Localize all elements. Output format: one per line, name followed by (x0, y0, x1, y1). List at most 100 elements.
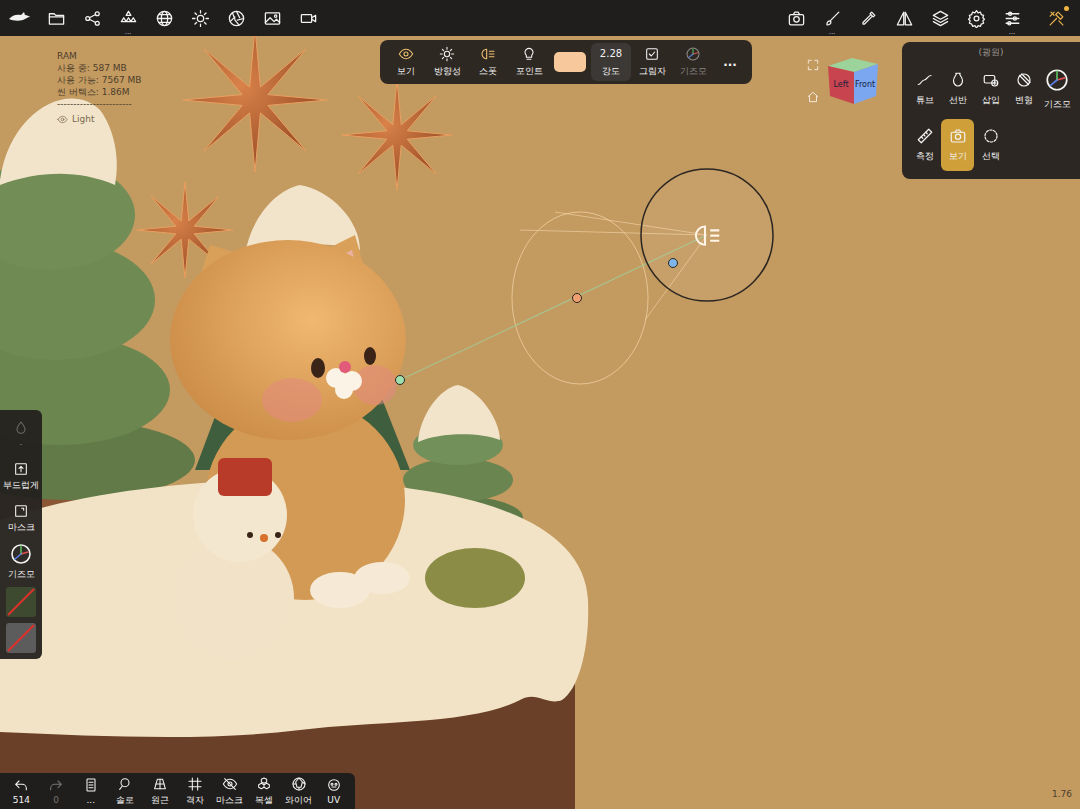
bottom-button[interactable]: 514 (4, 777, 39, 805)
maskbox-icon (13, 503, 29, 519)
more-button[interactable]: ... (714, 43, 746, 81)
video-icon (299, 9, 318, 28)
top-tool[interactable]: ... (814, 0, 850, 36)
bulb-icon (521, 46, 537, 62)
viewport[interactable]: RAM사용 중: 587 MB사용 가능: 7567 MB씬 버텍스: 1.86… (0, 36, 1080, 809)
top-tool[interactable]: ... (110, 0, 146, 36)
stat-line: ----------------------- (57, 98, 141, 110)
tool-button[interactable]: 변형 (1008, 63, 1041, 115)
home-icon[interactable] (806, 90, 820, 104)
redo-icon (48, 777, 64, 793)
top-tool[interactable] (922, 0, 958, 36)
light-button[interactable]: 기즈모 (673, 43, 713, 81)
bottom-button[interactable]: 격자 (178, 776, 213, 807)
top-left-tools: ... (2, 0, 326, 36)
top-tool[interactable] (38, 0, 74, 36)
tool-button[interactable]: 튜브 (908, 63, 941, 115)
light-button[interactable]: 방향성 (427, 43, 467, 81)
spot-icon (480, 46, 496, 62)
bottom-button[interactable]: 0 (39, 777, 74, 805)
top-tool[interactable] (778, 0, 814, 36)
top-tool[interactable] (146, 0, 182, 36)
bottom-button[interactable]: 솔로 (108, 776, 143, 807)
bottom-button[interactable]: ... (73, 777, 108, 805)
graph-icon (83, 9, 102, 28)
sun-icon (191, 9, 210, 28)
checkbox-icon (644, 46, 660, 62)
tool-button[interactable]: 기즈모 (1041, 63, 1074, 115)
top-tool[interactable] (958, 0, 994, 36)
sliders-icon (1003, 9, 1022, 28)
folder-icon (47, 9, 66, 28)
gizmo-icon (9, 542, 33, 566)
view-cube[interactable]: LeftFront (826, 56, 880, 106)
layers-icon (931, 9, 950, 28)
bottom-button[interactable]: 복셀 (247, 776, 282, 807)
radius-handle[interactable] (669, 259, 678, 268)
top-tool[interactable] (182, 0, 218, 36)
voxel-icon (256, 776, 272, 792)
eye-icon[interactable] (57, 114, 68, 125)
bottom-button[interactable]: 마스크 (212, 776, 247, 807)
light-color[interactable] (550, 43, 590, 81)
top-tool[interactable]: ... (994, 0, 1030, 36)
side-button[interactable]: 부드럽게 (3, 458, 39, 494)
intensity-field[interactable]: 2.28강도 (591, 43, 631, 81)
tools-icon (1047, 9, 1066, 28)
top-tool[interactable] (1038, 0, 1074, 36)
tool-button[interactable]: 선택 (974, 119, 1007, 171)
material-swatch[interactable] (6, 587, 36, 617)
top-tool[interactable] (2, 0, 38, 36)
bottom-button[interactable]: 와이어 (282, 776, 317, 807)
light-button[interactable]: 포인트 (509, 43, 549, 81)
tool-panel: (광원)튜브선반삽입변형기즈모측정보기선택 (902, 42, 1080, 179)
tool-button[interactable]: 측정 (908, 119, 941, 171)
light-handle[interactable] (641, 169, 773, 301)
stat-line: RAM (57, 50, 141, 62)
selected-object[interactable]: Light (57, 113, 141, 125)
gear-icon (967, 9, 986, 28)
fullscreen-icon[interactable] (806, 58, 820, 72)
light-button[interactable]: 보기 (386, 43, 426, 81)
top-tool[interactable] (218, 0, 254, 36)
select-icon (982, 127, 1000, 145)
wire-icon (291, 776, 307, 792)
bottom-button[interactable]: UV (316, 777, 351, 805)
side-button[interactable]: 마스크 (8, 500, 35, 536)
top-tool[interactable] (850, 0, 886, 36)
top-tool[interactable] (290, 0, 326, 36)
star-ornament (183, 36, 327, 172)
stats-overlay: RAM사용 중: 587 MB사용 가능: 7567 MB씬 버텍스: 1.86… (57, 50, 141, 125)
top-tool[interactable] (886, 0, 922, 36)
logo-icon (8, 6, 32, 30)
symmetry-icon (895, 9, 914, 28)
transform-icon (1015, 71, 1033, 89)
top-tool[interactable] (254, 0, 290, 36)
material-swatch[interactable] (6, 623, 36, 653)
side-button[interactable]: - (13, 416, 29, 452)
bottom-button[interactable]: 원근 (143, 776, 178, 807)
stat-line: 사용 가능: 7567 MB (57, 74, 141, 86)
none-slash-icon (6, 587, 36, 617)
side-button[interactable]: 기즈모 (8, 542, 35, 581)
shadow-toggle[interactable]: 그림자 (632, 43, 672, 81)
svg-text:Left: Left (833, 80, 848, 89)
angle-handle[interactable] (573, 294, 582, 303)
tool-button[interactable]: 삽입 (974, 63, 1007, 115)
top-right-tools: ...... (778, 0, 1074, 36)
top-bar: ......... (0, 0, 1080, 36)
zoom-level: 1.76 (1052, 789, 1072, 799)
target-handle[interactable] (396, 376, 405, 385)
stat-line: 씬 버텍스: 1.86M (57, 86, 141, 98)
uv-icon (326, 777, 342, 793)
aperture-icon (227, 9, 246, 28)
top-tool[interactable] (74, 0, 110, 36)
light-button[interactable]: 스폿 (468, 43, 508, 81)
left-sidebar: - 부드럽게마스크기즈모 (0, 410, 42, 659)
gizmo-icon (1044, 67, 1070, 93)
tool-button[interactable]: 선반 (941, 63, 974, 115)
tool-button[interactable]: 보기 (941, 119, 974, 171)
light-toolbar: 보기방향성스폿포인트 2.28강도그림자기즈모... (380, 40, 752, 84)
brush-icon (823, 9, 842, 28)
more-marker: ... (125, 28, 132, 36)
